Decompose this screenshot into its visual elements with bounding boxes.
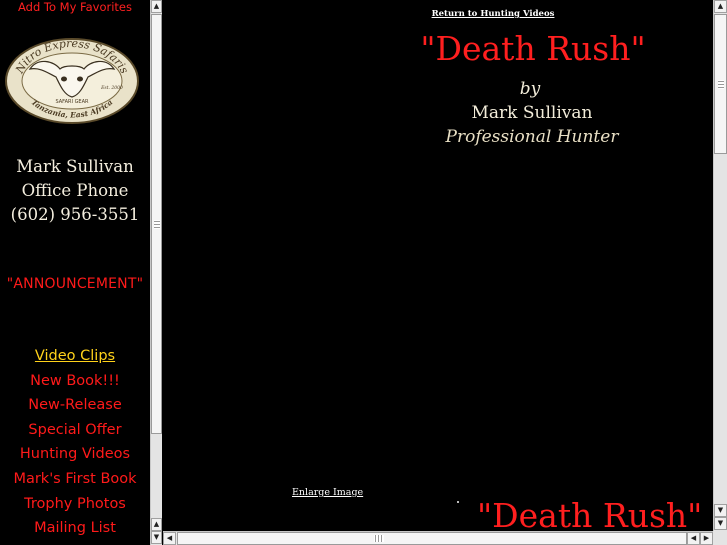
scrollbar-corner <box>713 531 727 545</box>
page-title: "Death Rush" <box>420 29 646 68</box>
nav-new-book[interactable]: New Book!!! <box>0 369 150 394</box>
announcement-link[interactable]: "ANNOUNCEMENT" <box>0 275 150 293</box>
main-hscroll-thumb[interactable] <box>177 532 687 545</box>
scroll-grip-icon <box>154 220 160 229</box>
contact-phone-label: Office Phone <box>21 181 129 200</box>
nav-mailing-list[interactable]: Mailing List <box>0 516 150 541</box>
left-scrollbar-thumb[interactable] <box>151 14 162 434</box>
return-to-hunting-videos-link[interactable]: Return to Hunting Videos <box>163 9 713 19</box>
nav-special-offer[interactable]: Special Offer <box>0 418 150 443</box>
contact-phone: (602) 956-3551 <box>10 205 140 224</box>
nav-new-release[interactable]: New-Release <box>0 393 150 418</box>
main-frame: Return to Hunting Videos "Death Rush" by… <box>163 0 713 531</box>
arrow-down-icon[interactable]: ▼ <box>151 531 162 544</box>
arrow-left-icon[interactable]: ◀ <box>687 532 700 545</box>
nitro-express-safaris-logo: Nitro Express Safaris Tanzania, East Afr… <box>5 37 139 124</box>
contact-name: Mark Sullivan <box>16 157 134 176</box>
enlarge-image-link[interactable]: Enlarge Image <box>292 487 363 498</box>
arrow-down-icon[interactable]: ▼ <box>714 517 727 530</box>
nav-trophy-photos[interactable]: Trophy Photos <box>0 492 150 517</box>
bottom-title: "Death Rush" <box>477 496 703 531</box>
author-profession: Professional Hunter <box>445 127 619 147</box>
arrow-up-icon[interactable]: ▲ <box>151 0 162 13</box>
scroll-grip-icon <box>374 535 384 542</box>
logo-est-text: Est. 2000 <box>100 85 123 91</box>
arrow-down-icon[interactable]: ▼ <box>714 504 727 517</box>
nav-hunting-videos[interactable]: Hunting Videos <box>0 442 150 467</box>
byline: by <box>519 79 541 99</box>
main-vertical-scrollbar[interactable]: ▲ ▼ ▼ <box>713 0 727 531</box>
arrow-up-icon[interactable]: ▲ <box>151 518 162 531</box>
nav-video-clips[interactable]: Video Clips <box>0 344 150 369</box>
nav-marks-first-book[interactable]: Mark's First Book <box>0 467 150 492</box>
main-vscroll-thumb[interactable] <box>714 14 727 154</box>
author-name: Mark Sullivan <box>471 103 593 123</box>
left-frame: Add To My Favorites Nitro Express Safari… <box>0 0 150 545</box>
sidebar-nav: Video Clips New Book!!! New-Release Spec… <box>0 344 150 541</box>
arrow-up-icon[interactable]: ▲ <box>714 0 727 13</box>
left-frame-scrollbar[interactable]: ▲ ▲ ▼ <box>150 0 162 545</box>
arrow-right-icon[interactable]: ▶ <box>700 532 713 545</box>
main-horizontal-scrollbar[interactable]: ◀ ◀ ▶ <box>163 531 713 545</box>
logo-gear-text: SAFARI GEAR <box>56 99 90 105</box>
add-to-favorites-link[interactable]: Add To My Favorites <box>0 0 150 14</box>
image-placeholder <box>457 501 459 503</box>
arrow-left-icon[interactable]: ◀ <box>163 532 176 545</box>
scroll-grip-icon <box>718 80 724 89</box>
